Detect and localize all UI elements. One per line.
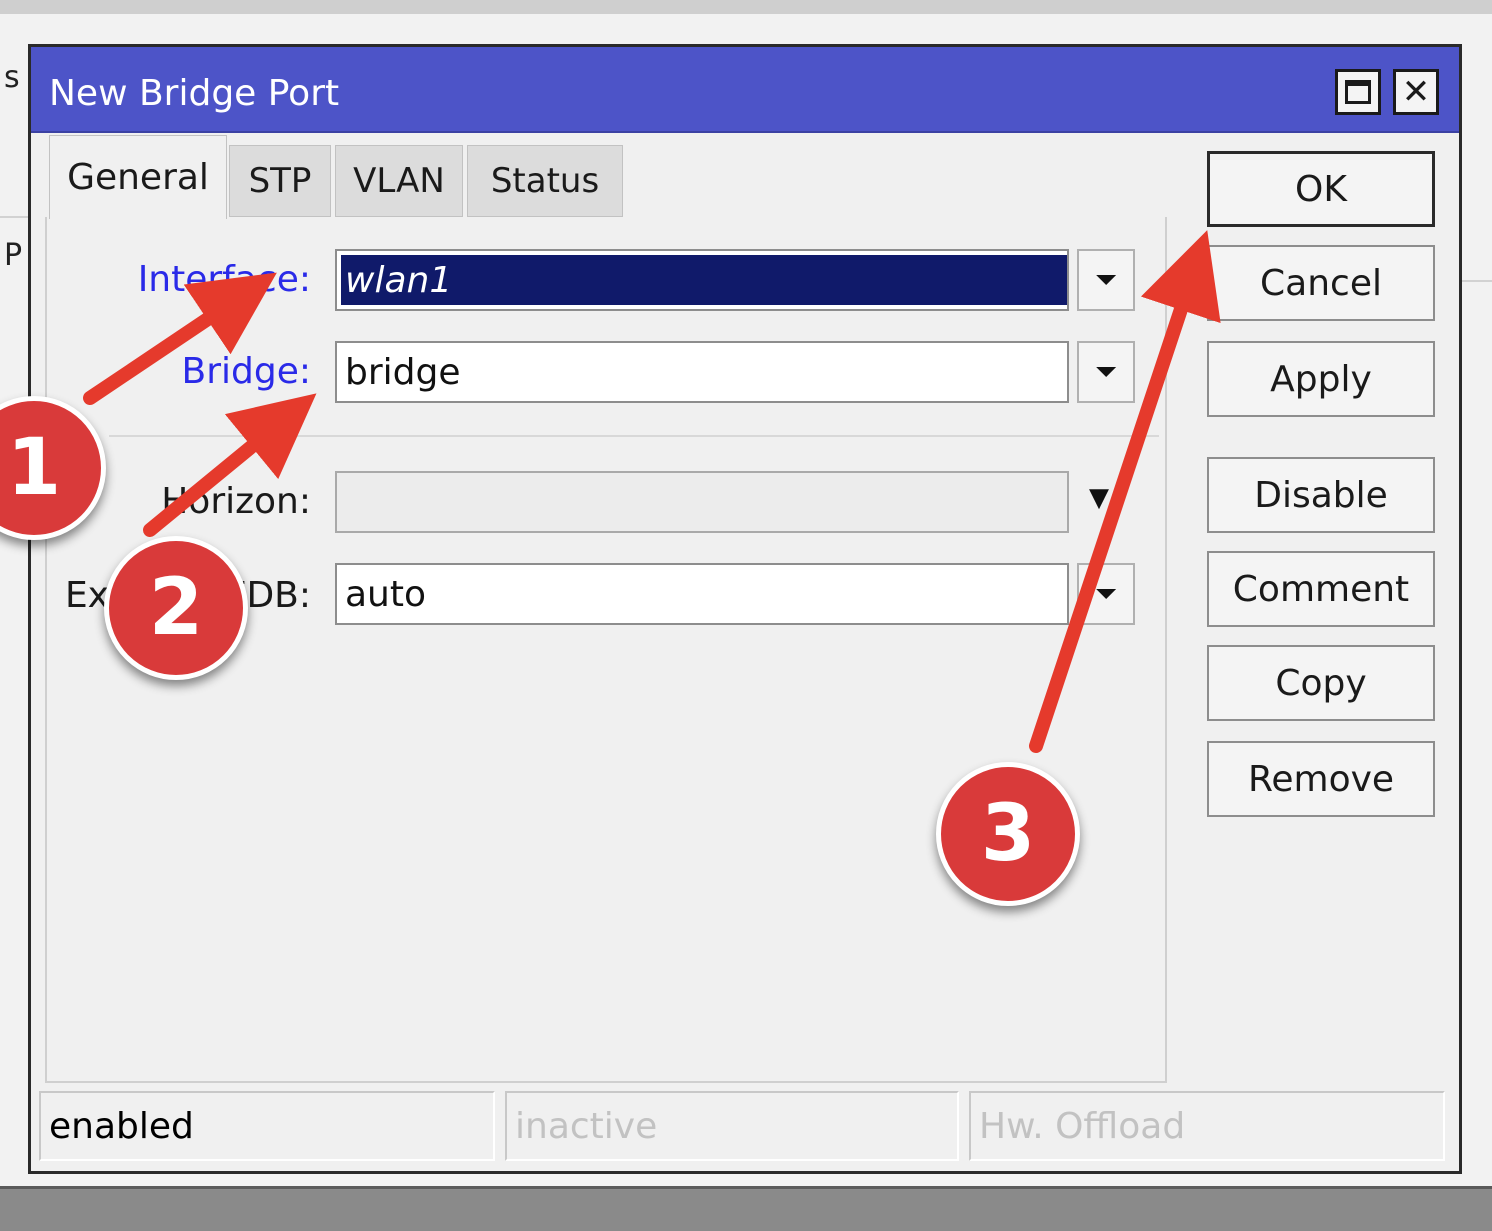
tab-label: Status	[490, 161, 600, 201]
external-fdb-field[interactable]: auto	[335, 563, 1069, 625]
interface-dropdown-button[interactable]: ⏷	[1077, 249, 1135, 311]
interface-field[interactable]: wlan1	[335, 249, 1069, 311]
copy-button[interactable]: Copy	[1207, 645, 1435, 721]
tab-general[interactable]: General	[49, 135, 227, 219]
bridge-value: bridge	[345, 351, 461, 393]
dropdown-arrow-icon: ⏷	[1094, 263, 1118, 296]
bridge-field[interactable]: bridge	[335, 341, 1069, 403]
bridge-label[interactable]: Bridge:	[127, 351, 311, 392]
step-badge-3: 3	[936, 762, 1080, 906]
close-button[interactable]: ✕	[1393, 69, 1439, 115]
dropdown-arrow-icon: ⏷	[1094, 577, 1118, 610]
tab-label: General	[67, 157, 209, 198]
tab-stp[interactable]: STP	[229, 145, 331, 217]
dropdown-arrow-icon: ⏷	[1094, 355, 1118, 388]
maximize-button[interactable]	[1335, 69, 1381, 115]
comment-button[interactable]: Comment	[1207, 551, 1435, 627]
status-bar: enabled inactive Hw. Offload	[39, 1091, 1453, 1165]
background-bottom-bar	[0, 1186, 1492, 1231]
background-text: s	[4, 60, 20, 95]
window-title: New Bridge Port	[49, 73, 340, 114]
cancel-button[interactable]: Cancel	[1207, 245, 1435, 321]
background-divider	[1462, 280, 1492, 282]
status-hw-offload: Hw. Offload	[969, 1091, 1445, 1161]
background-top-bar	[0, 0, 1492, 14]
remove-button[interactable]: Remove	[1207, 741, 1435, 817]
ok-button[interactable]: OK	[1207, 151, 1435, 227]
background-text: P	[4, 238, 23, 273]
interface-value: wlan1	[345, 259, 453, 301]
external-fdb-dropdown-button[interactable]: ⏷	[1077, 563, 1135, 625]
title-bar[interactable]: New Bridge Port ✕	[31, 47, 1459, 133]
horizon-field[interactable]	[335, 471, 1069, 533]
close-icon: ✕	[1401, 72, 1431, 112]
disable-button[interactable]: Disable	[1207, 457, 1435, 533]
interface-label[interactable]: Interface:	[127, 259, 311, 300]
tab-label: STP	[248, 161, 312, 201]
background-divider	[0, 216, 28, 218]
step-badge-2: 2	[104, 536, 248, 680]
maximize-icon	[1345, 80, 1371, 104]
horizon-dropdown-icon[interactable]: ▼	[1089, 483, 1109, 513]
external-fdb-value: auto	[345, 573, 427, 615]
status-running: inactive	[505, 1091, 959, 1161]
tab-label: VLAN	[353, 161, 445, 201]
horizon-label: Horizon:	[161, 481, 311, 522]
bridge-dropdown-button[interactable]: ⏷	[1077, 341, 1135, 403]
tab-status[interactable]: Status	[467, 145, 623, 217]
apply-button[interactable]: Apply	[1207, 341, 1435, 417]
tab-vlan[interactable]: VLAN	[335, 145, 463, 217]
form-separator	[109, 435, 1159, 437]
status-enabled: enabled	[39, 1091, 495, 1161]
